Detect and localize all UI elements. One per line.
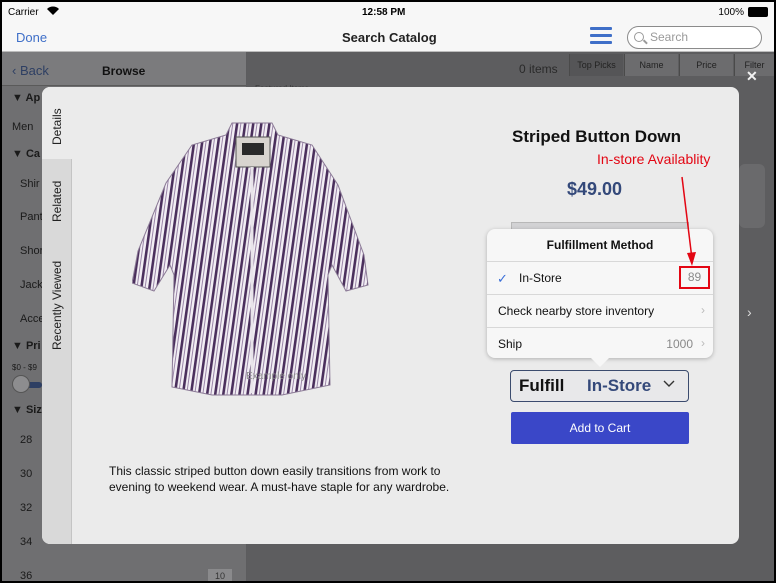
product-detail-modal: Details Related Recently Viewed Example … <box>42 87 739 544</box>
carrier-label: Carrier <box>8 7 39 18</box>
tab-recently-viewed[interactable]: Recently Viewed <box>42 242 72 352</box>
product-description: This classic striped button down easily … <box>109 464 450 494</box>
sidebar-section-header[interactable]: ▼ Ap <box>12 92 40 104</box>
product-name: Striped Button Down <box>512 127 682 146</box>
chevron-right-icon: › <box>701 303 705 317</box>
fulfill-value: In-Store <box>587 376 652 395</box>
tab-related-label: Related <box>50 180 64 222</box>
status-time: 12:58 PM <box>362 7 406 18</box>
chevron-down-icon <box>663 377 675 391</box>
sidebar-section-header[interactable]: ▼ Siz <box>12 404 42 416</box>
sort-tab-price[interactable]: Price <box>679 54 733 76</box>
sidebar-item[interactable]: Shir <box>20 178 40 190</box>
product-image <box>132 122 369 396</box>
back-label: Back <box>19 63 49 78</box>
price-slider-handle[interactable] <box>12 375 30 393</box>
sidebar-item[interactable]: Pant <box>20 211 43 223</box>
option-label: Check nearby store inventory <box>498 304 655 318</box>
ship-availability-count: 1000 <box>666 337 693 351</box>
battery-icon <box>748 7 768 17</box>
in-store-availability-count: 89 <box>679 266 710 289</box>
tab-recently-viewed-label: Recently Viewed <box>50 260 64 350</box>
sidebar-header: ‹ Back Browse <box>2 52 246 86</box>
tab-related[interactable]: Related <box>42 165 72 229</box>
sidebar-section-header[interactable]: ▼ Pri <box>12 340 41 352</box>
sidebar-item[interactable]: Acce <box>20 313 44 325</box>
size-option[interactable]: 36 <box>20 570 32 581</box>
close-icon[interactable]: ✕ <box>746 68 758 85</box>
sort-tab-top-picks[interactable]: Top Picks <box>569 54 623 76</box>
popover-title: Fulfillment Method <box>546 238 654 252</box>
wifi-icon <box>46 5 60 19</box>
sidebar-item[interactable]: Men <box>12 121 33 133</box>
sidebar-item[interactable]: Shor <box>20 245 43 257</box>
product-price: $49.00 <box>567 179 623 199</box>
fulfillment-option-ship[interactable]: Ship 1000 › <box>487 327 713 360</box>
battery-percent: 100% <box>718 7 744 18</box>
navigation-bar: Done Search Catalog Search <box>2 24 774 52</box>
annotation-label: In-store Availablity <box>597 151 711 167</box>
sidebar-title: Browse <box>102 64 146 78</box>
checkmark-icon: ✓ <box>497 271 508 286</box>
sort-tab-name[interactable]: Name <box>624 54 678 76</box>
size-option[interactable]: 30 <box>20 468 32 480</box>
hamburger-icon[interactable] <box>590 27 612 47</box>
back-button[interactable]: ‹ Back <box>12 63 49 78</box>
image-watermark: Example only <box>246 371 307 382</box>
items-count: 0 items <box>519 62 558 76</box>
search-icon <box>634 32 644 42</box>
tab-details[interactable]: Details <box>42 87 72 159</box>
search-input[interactable]: Search <box>627 26 762 49</box>
option-label: Ship <box>498 337 523 351</box>
fulfillment-option-check-nearby[interactable]: Check nearby store inventory › <box>487 294 713 327</box>
size-count-badge: 10 <box>208 569 232 581</box>
fulfillment-popover: Fulfillment Method ✓ In-Store Check near… <box>487 229 713 367</box>
sidebar-section-header[interactable]: ▼ Ca <box>12 148 40 160</box>
chevron-right-icon: › <box>701 336 705 350</box>
sidebar-item[interactable]: Jack <box>20 279 43 291</box>
status-bar: Carrier 12:58 PM 100% <box>2 2 774 24</box>
option-label: In-Store <box>519 271 562 285</box>
search-placeholder: Search <box>650 30 689 44</box>
fulfill-label: Fulfill <box>519 376 565 395</box>
detail-tabs: Details Related Recently Viewed <box>42 87 72 544</box>
chevron-right-icon[interactable]: › <box>747 304 752 320</box>
size-option[interactable]: 34 <box>20 536 32 548</box>
product-card[interactable] <box>739 164 765 228</box>
chevron-left-icon: ‹ <box>12 63 20 78</box>
price-range-label: $0 - $9 <box>12 363 37 372</box>
size-option[interactable]: 28 <box>20 434 32 446</box>
page-title: Search Catalog <box>342 30 437 45</box>
fulfill-selector[interactable]: Fulfill In-Store <box>510 370 689 402</box>
done-button[interactable]: Done <box>16 30 47 45</box>
size-option[interactable]: 32 <box>20 502 32 514</box>
add-to-cart-button[interactable]: Add to Cart <box>511 412 689 444</box>
app-frame: Carrier 12:58 PM 100% Done Search Catalo… <box>0 0 776 583</box>
tab-details-label: Details <box>50 108 64 145</box>
